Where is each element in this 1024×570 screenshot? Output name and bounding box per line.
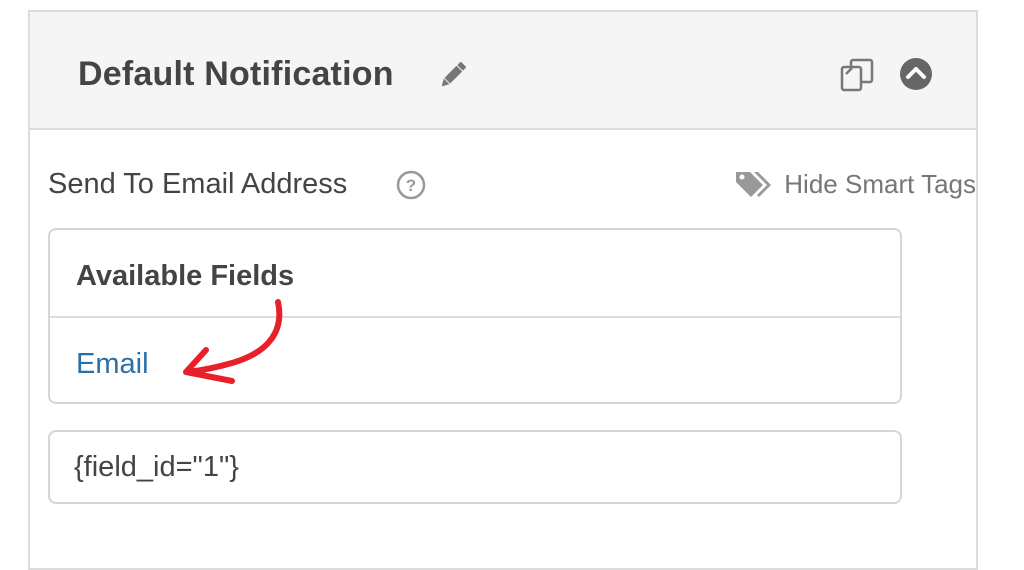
chevron-up-circle-icon[interactable]	[899, 57, 933, 91]
pencil-icon[interactable]	[436, 58, 470, 92]
svg-text:?: ?	[406, 176, 416, 195]
clone-icon[interactable]	[838, 56, 876, 94]
send-to-label: Send To Email Address	[48, 168, 348, 200]
field-item-email[interactable]: Email	[76, 346, 149, 382]
hide-smart-tags-toggle[interactable]: Hide Smart Tags	[734, 166, 976, 202]
tags-icon	[734, 169, 772, 199]
hide-smart-tags-label: Hide Smart Tags	[784, 169, 976, 199]
available-fields-box: Available Fields Email	[48, 228, 902, 404]
send-to-email-input[interactable]	[48, 430, 902, 504]
divider	[50, 316, 900, 318]
notification-title: Default Notification	[78, 55, 394, 93]
available-fields-title: Available Fields	[76, 260, 295, 292]
notification-header: Default Notification	[30, 12, 976, 130]
question-circle-icon[interactable]: ?	[396, 170, 426, 200]
